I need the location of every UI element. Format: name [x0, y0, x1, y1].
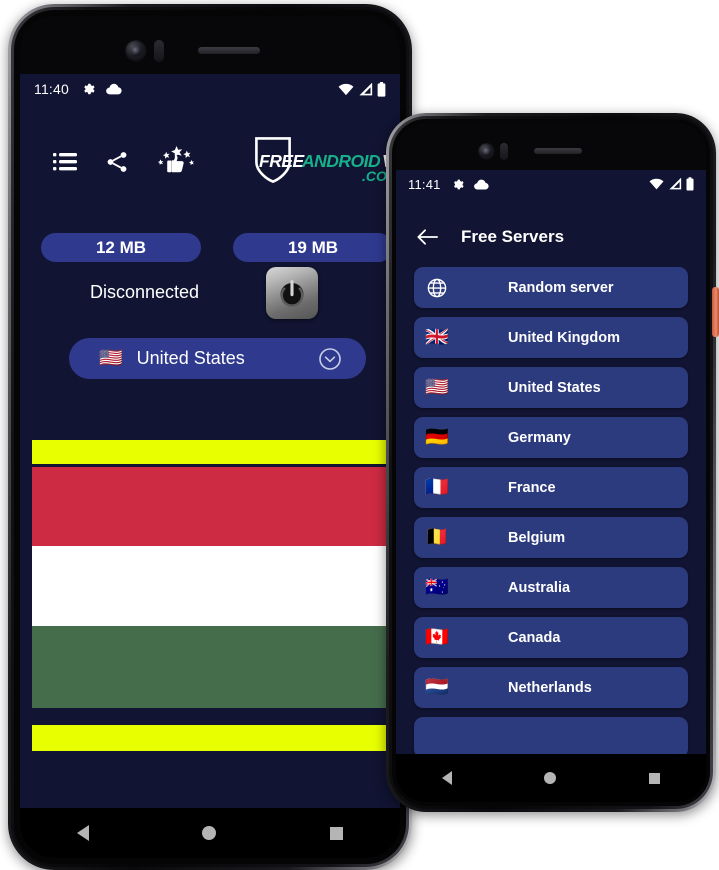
wifi-icon: [649, 178, 664, 190]
server-item-label: United States: [508, 379, 601, 396]
status-left-group: 11:40: [34, 81, 122, 97]
phone2-app-bar: Free Servers: [396, 218, 706, 256]
server-item-label: Random server: [508, 279, 614, 296]
server-item-label: Netherlands: [508, 679, 592, 696]
battery-icon: [377, 81, 386, 97]
server-item-partial[interactable]: [414, 717, 688, 754]
download-usage-pill[interactable]: 12 MB: [41, 233, 201, 262]
flag-icon-de: 🇩🇪: [425, 427, 449, 448]
flag-icon-us: 🇺🇸: [425, 377, 449, 398]
server-item-au[interactable]: 🇦🇺 Australia: [414, 567, 688, 608]
connection-status-text: Disconnected: [90, 282, 200, 302]
selected-country-label: United States: [136, 348, 245, 368]
wifi-icon: [338, 83, 354, 96]
phone-mockup-servers: 11:41 Free Servers Random server 🇬🇧 Unit…: [386, 113, 719, 812]
server-item-de[interactable]: 🇩🇪 Germany: [414, 417, 688, 458]
flag-color-bands: [20, 74, 400, 858]
status-time: 11:41: [408, 176, 441, 192]
rate-us-thumbs-up-icon[interactable]: [156, 145, 196, 179]
flag-icon-be: 🇧🇪: [425, 527, 449, 548]
recents-nav-button[interactable]: [648, 772, 660, 784]
upload-usage-pill[interactable]: 19 MB: [233, 233, 393, 262]
phone2-bezel: 11:41 Free Servers Random server 🇬🇧 Unit…: [396, 123, 706, 802]
cellular-signal-icon: [668, 178, 682, 190]
server-item-label: France: [508, 479, 556, 496]
menu-list-icon[interactable]: [52, 149, 78, 175]
home-nav-button[interactable]: [544, 772, 557, 784]
gear-icon: [81, 82, 95, 96]
chevron-down-circle-icon[interactable]: [318, 347, 342, 371]
back-arrow-icon[interactable]: [416, 227, 439, 247]
server-item-label: Australia: [508, 579, 571, 596]
status-left-group: 11:41: [408, 177, 489, 192]
share-icon[interactable]: [104, 149, 130, 175]
status-time: 11:40: [34, 81, 69, 97]
proximity-sensor-icon: [500, 143, 508, 160]
flag-icon-uk: 🇬🇧: [425, 327, 449, 348]
phone2-status-bar: 11:41: [396, 170, 706, 198]
phone2-navigation-bar: [396, 754, 706, 802]
server-item-random[interactable]: Random server: [414, 267, 688, 308]
server-item-nl[interactable]: 🇳🇱 Netherlands: [414, 667, 688, 708]
flag-icon-fr: 🇫🇷: [425, 477, 449, 498]
logo-text-free: FREE: [259, 151, 304, 171]
country-selector[interactable]: 🇺🇸 United States: [69, 338, 366, 379]
band-yellow-bottom: [32, 725, 388, 751]
server-item-uk[interactable]: 🇬🇧 United Kingdom: [414, 317, 688, 358]
globe-icon: [414, 277, 460, 299]
back-nav-button[interactable]: [76, 825, 89, 841]
band-red: [32, 467, 388, 546]
selected-country-flag-icon: 🇺🇸: [99, 348, 123, 369]
upload-usage-value: 19 MB: [287, 237, 339, 257]
cellular-signal-icon: [358, 82, 373, 96]
cloud-icon: [105, 83, 122, 95]
battery-icon: [686, 177, 694, 191]
server-item-label: Germany: [508, 429, 571, 446]
page-title: Free Servers: [461, 227, 565, 246]
front-camera-icon: [125, 40, 147, 62]
phone1-navigation-bar: [20, 808, 400, 858]
phone2-screen: 11:41 Free Servers Random server 🇬🇧 Unit…: [396, 170, 706, 802]
recents-nav-button[interactable]: [330, 826, 344, 840]
phone1-screen: 11:40 FREE ANDROID .COM 12 MB 19 MB Disc…: [20, 74, 400, 858]
gear-icon: [451, 178, 464, 191]
earpiece-speaker: [198, 47, 260, 54]
proximity-sensor-icon: [154, 40, 164, 62]
app-logo: FREE ANDROID VPN .COM: [252, 136, 400, 190]
server-item-ca[interactable]: 🇨🇦 Canada: [414, 617, 688, 658]
server-item-us[interactable]: 🇺🇸 United States: [414, 367, 688, 408]
phone1-status-bar: 11:40: [20, 74, 400, 104]
server-item-label: United Kingdom: [508, 329, 620, 346]
power-toggle-button[interactable]: [266, 267, 318, 319]
back-nav-button[interactable]: [442, 771, 453, 785]
earpiece-speaker: [534, 148, 582, 154]
phone1-bezel: 11:40 FREE ANDROID .COM 12 MB 19 MB Disc…: [20, 16, 400, 858]
band-green: [32, 626, 388, 708]
status-right-group: [649, 177, 694, 191]
front-camera-icon: [478, 143, 495, 160]
server-item-be[interactable]: 🇧🇪 Belgium: [414, 517, 688, 558]
home-nav-button[interactable]: [202, 826, 217, 840]
server-list[interactable]: Random server 🇬🇧 United Kingdom 🇺🇸 Unite…: [396, 267, 706, 754]
server-item-label: Canada: [508, 629, 561, 646]
server-item-fr[interactable]: 🇫🇷 France: [414, 467, 688, 508]
screenshot-stage: 11:40 FREE ANDROID .COM 12 MB 19 MB Disc…: [0, 0, 719, 870]
phone2-side-power-button[interactable]: [712, 287, 719, 337]
band-white: [32, 546, 388, 626]
phone-mockup-main: 11:40 FREE ANDROID .COM 12 MB 19 MB Disc…: [8, 4, 412, 870]
cloud-icon: [473, 179, 489, 190]
download-usage-value: 12 MB: [95, 237, 147, 257]
flag-icon-nl: 🇳🇱: [425, 677, 449, 698]
flag-icon-ca: 🇨🇦: [425, 627, 449, 648]
server-item-label: Belgium: [508, 529, 566, 546]
band-yellow-top: [32, 440, 388, 464]
flag-icon-au: 🇦🇺: [425, 577, 449, 598]
status-right-group: [338, 81, 386, 97]
